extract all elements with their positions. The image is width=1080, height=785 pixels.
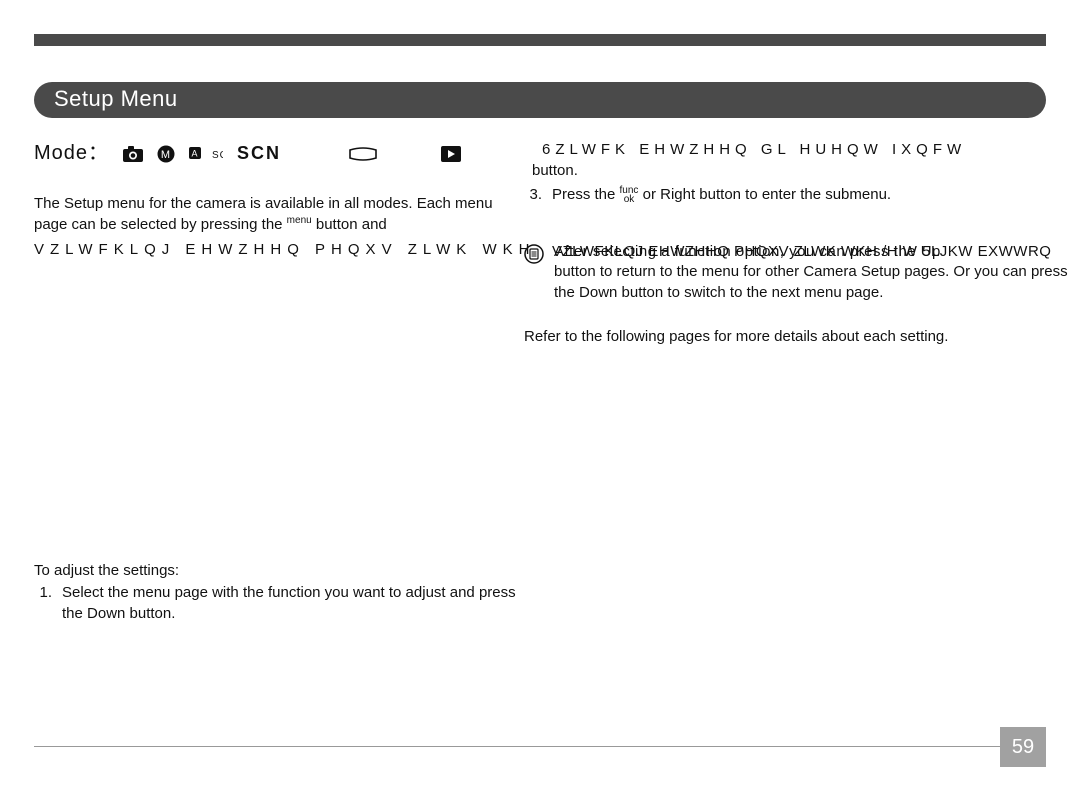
intro-text-2: button and [312, 216, 387, 233]
intro-text-1: The Setup menu for the camera is availab… [34, 195, 493, 234]
glitch-line-left: VZLWFKLQJ EHWZHHQ PHQXV ZLWK WKH /HIW 5L… [34, 240, 529, 261]
step-1: 1. Select the menu page with the functio… [34, 583, 529, 624]
svg-text:A: A [192, 148, 199, 158]
intro-paragraph: The Setup menu for the camera is availab… [34, 194, 529, 236]
note-icon [524, 244, 544, 271]
manual-mode-icon: M [157, 145, 175, 163]
manual-page: Setup Menu Mode： M A SCN SCN [0, 0, 1080, 785]
step3a: Press the [552, 186, 620, 203]
mode-label: Mode： [34, 140, 109, 168]
page-number: 59 [1012, 736, 1034, 759]
svg-text:M: M [161, 149, 171, 161]
step-3-number: 3. [524, 185, 542, 206]
mode-row: Mode： M A SCN SCN [34, 140, 529, 168]
note-line1: After selecting a function option, you c… [554, 242, 941, 263]
left-column: Mode： M A SCN SCN [34, 140, 529, 625]
step-3: 3. Press the funcok or Right button to e… [524, 185, 1080, 206]
page-number-chip: 59 [1000, 727, 1046, 767]
menu-superscript: menu [287, 215, 312, 226]
step-1-text: Select the menu page with the function y… [62, 583, 529, 624]
auto-mode-icon [123, 146, 143, 162]
note-body: VZLWFKLQJ EHWZHHQ PHQXV ZLWK WKH /HIW 5L… [554, 242, 1080, 303]
top-bar [34, 34, 1046, 46]
section-heading: Setup Menu [34, 82, 1046, 118]
step-1-number: 1. [34, 583, 52, 624]
section-heading-text: Setup Menu [54, 86, 178, 112]
content-area: Mode： M ASCN SCN [34, 118, 1046, 140]
bottom-rule [34, 746, 1000, 747]
panorama-mode-icon [349, 147, 377, 161]
right-column: 6ZLWFK EHWZHHQ GL HUHQW IXQFW button. 3.… [524, 140, 1080, 348]
note-block: VZLWFKLQJ EHWZHHQ PHQXV ZLWK WKH /HIW 5L… [524, 242, 1080, 303]
step-3-text: Press the funcok or Right button to ente… [552, 185, 1080, 206]
scn-mode-label: SCN [237, 141, 281, 166]
steps-block: To adjust the settings: 1. Select the me… [34, 561, 529, 625]
ascn-mode-icon: A SCN [189, 147, 223, 161]
glitch-line-right-top: 6ZLWFK EHWZHHQ GL HUHQW IXQFW [542, 140, 1080, 161]
playback-mode-icon [441, 146, 461, 162]
button-word: button. [532, 161, 1080, 182]
refer-paragraph: Refer to the following pages for more de… [524, 327, 1080, 348]
svg-text:SCN: SCN [212, 150, 223, 161]
step3b: or Right button to enter the submenu. [638, 186, 891, 203]
steps-title: To adjust the settings: [34, 561, 529, 582]
func-ok-icon: funcok [620, 186, 639, 204]
